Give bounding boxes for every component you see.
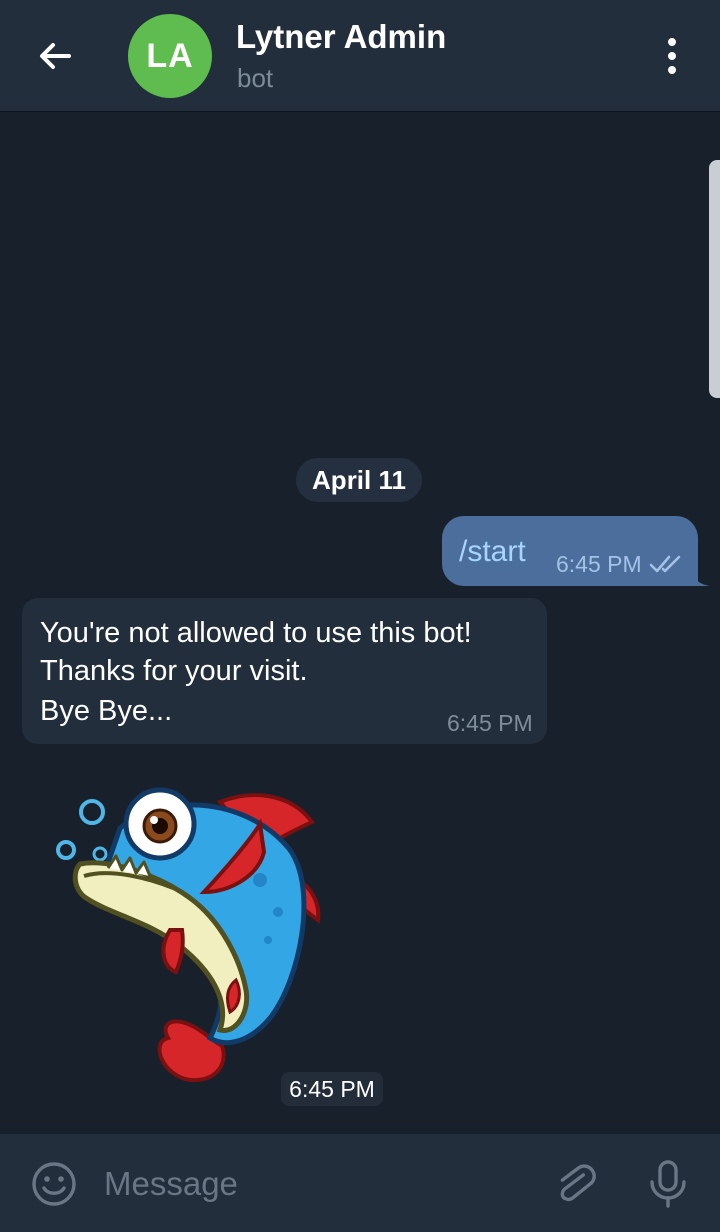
double-check-icon bbox=[649, 555, 681, 573]
scrollbar[interactable] bbox=[709, 160, 720, 398]
avatar[interactable]: LA bbox=[128, 14, 212, 98]
command-link[interactable]: /start bbox=[459, 535, 526, 569]
chat-subtitle: bot bbox=[237, 63, 274, 93]
back-button[interactable] bbox=[18, 20, 92, 92]
chat-title[interactable]: Lytner Admin bbox=[236, 18, 446, 56]
paperclip-icon bbox=[560, 1164, 596, 1202]
emoji-smile-icon bbox=[32, 1162, 76, 1206]
chat-screen: LA Lytner Admin bot April 11 /start 6:45… bbox=[0, 0, 720, 1232]
message-time: 6:45 PM bbox=[556, 551, 642, 577]
microphone-button[interactable] bbox=[638, 1154, 698, 1214]
bubble-tail bbox=[690, 566, 710, 586]
more-menu-button[interactable] bbox=[642, 26, 702, 86]
message-text-line: Thanks for your visit. bbox=[40, 655, 308, 687]
attach-button[interactable] bbox=[546, 1154, 606, 1214]
microphone-icon bbox=[650, 1160, 686, 1208]
more-vertical-icon bbox=[668, 38, 676, 74]
message-input[interactable] bbox=[104, 1154, 524, 1214]
message-text-line: You're not allowed to use this bot! bbox=[40, 617, 472, 649]
sticker-time: 6:45 PM bbox=[281, 1072, 383, 1106]
piranha-fish-sticker[interactable] bbox=[50, 780, 340, 1090]
arrow-left-icon bbox=[40, 43, 71, 69]
emoji-button[interactable] bbox=[24, 1154, 84, 1214]
message-text-line: Bye Bye... bbox=[40, 695, 173, 727]
message-time: 6:45 PM bbox=[447, 710, 533, 736]
chat-header: LA Lytner Admin bot bbox=[0, 0, 720, 112]
date-separator: April 11 bbox=[296, 458, 422, 502]
